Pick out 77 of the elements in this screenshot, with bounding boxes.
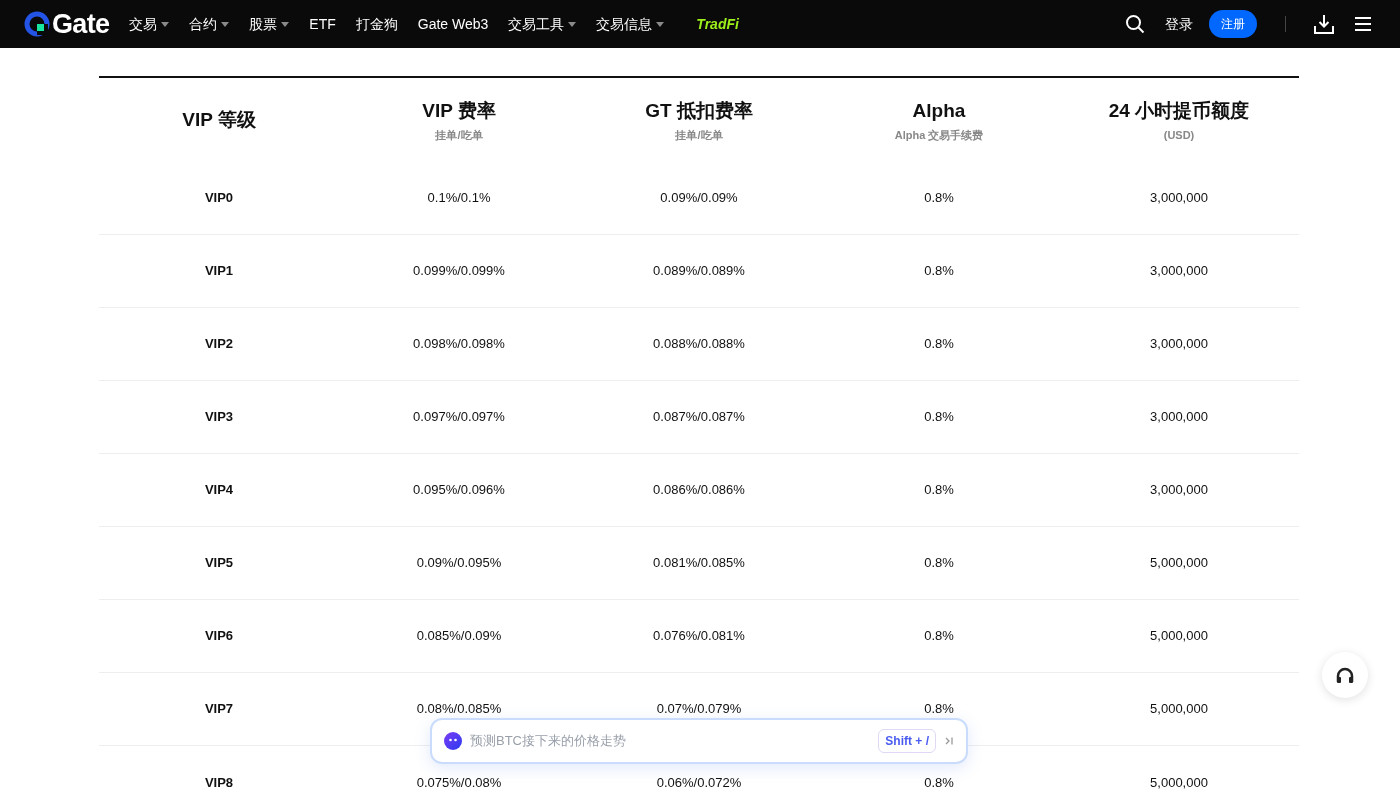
table-cell-text: 0.8%: [924, 700, 954, 719]
nav-menu-item[interactable]: Gate Web3: [417, 14, 489, 34]
login-link[interactable]: 登录: [1165, 14, 1193, 34]
nav-menu-item[interactable]: ETF: [309, 14, 336, 34]
column-header: VIP 等级: [182, 107, 256, 132]
table-cell-text: 3,000,000: [1150, 408, 1208, 427]
logo-wordmark[interactable]: Gate: [52, 10, 110, 38]
column-header: Alpha: [912, 98, 966, 123]
table-cell-text: VIP8: [204, 773, 234, 792]
column-subtitle: 挂单/吃单: [435, 128, 483, 143]
table-cell-text: 0.087%/0.087%: [653, 408, 745, 427]
menu-icon[interactable]: [1354, 16, 1372, 32]
table-cell-text: 0.095%/0.096%: [413, 481, 505, 500]
table-cell-text: 0.075%/0.08%: [416, 773, 502, 792]
table-cell-text: 5,000,000: [1150, 773, 1208, 792]
column-header: GT 抵扣费率: [645, 98, 753, 123]
table-cell-text: 0.097%/0.097%: [413, 408, 505, 427]
table-cell-text: 0.089%/0.089%: [653, 262, 745, 281]
table-cell-text: 3,000,000: [1150, 189, 1208, 208]
nav-menu-item[interactable]: 合约: [189, 14, 230, 34]
column-header: 24 小时提币额度: [1108, 98, 1250, 123]
table-cell-text: 0.076%/0.081%: [653, 627, 745, 646]
bot-avatar-icon: [444, 732, 462, 750]
tradfi-link[interactable]: TradFi: [696, 14, 739, 34]
table-cell-text: 3,000,000: [1150, 481, 1208, 500]
download-icon[interactable]: [1314, 14, 1334, 34]
table-cell-text: 0.088%/0.088%: [653, 335, 745, 354]
table-cell-text: VIP3: [204, 408, 234, 427]
table-cell-text: VIP5: [204, 554, 234, 573]
register-button[interactable]: 注册: [1209, 10, 1257, 38]
nav-menu-item[interactable]: 打金狗: [355, 14, 398, 34]
support-button[interactable]: [1322, 652, 1368, 698]
table-cell-text: 0.08%/0.085%: [416, 700, 502, 719]
table-cell-text: 0.09%/0.095%: [416, 554, 502, 573]
table-cell-text: VIP1: [204, 262, 234, 281]
ai-prompt-input[interactable]: 预测BTC接下来的价格走势: [470, 731, 871, 751]
table-cell-text: 0.8%: [924, 481, 954, 500]
collapse-icon[interactable]: [944, 736, 954, 746]
column-subtitle: Alpha 交易手续费: [894, 128, 984, 143]
table-cell-text: 0.8%: [924, 335, 954, 354]
nav-menu-item[interactable]: 股票: [249, 14, 290, 34]
table-cell-text: 0.099%/0.099%: [413, 262, 505, 281]
table-cell-text: 0.09%/0.09%: [660, 189, 738, 208]
table-cell-text: 3,000,000: [1150, 335, 1208, 354]
nav-menu-item[interactable]: 交易工具: [508, 14, 577, 34]
table-cell-text: VIP2: [204, 335, 234, 354]
table-cell-text: VIP4: [204, 481, 234, 500]
table-cell-text: 0.8%: [924, 262, 954, 281]
table-cell-text: 0.098%/0.098%: [413, 335, 505, 354]
logo-icon[interactable]: [24, 11, 50, 37]
headset-icon: [1336, 667, 1354, 683]
column-header: VIP 费率: [422, 98, 496, 123]
table-cell-text: 0.07%/0.079%: [656, 700, 742, 719]
nav-menu-item[interactable]: 交易: [129, 14, 170, 34]
table-cell-text: 0.8%: [924, 773, 954, 792]
table-cell-text: 0.8%: [924, 189, 954, 208]
ai-assistant-bar[interactable]: 预测BTC接下来的价格走势 Shift + /: [430, 718, 968, 764]
column-subtitle: (USD): [1163, 128, 1195, 143]
table-cell-text: 0.06%/0.072%: [656, 773, 742, 792]
table-cell-text: 3,000,000: [1150, 262, 1208, 281]
table-cell-text: VIP6: [204, 627, 234, 646]
table-cell-text: 0.081%/0.085%: [653, 554, 745, 573]
search-icon[interactable]: [1125, 14, 1145, 34]
table-cell-text: 0.8%: [924, 554, 954, 573]
table-cell-text: 0.8%: [924, 408, 954, 427]
table-cell-text: 5,000,000: [1150, 627, 1208, 646]
table-cell-text: VIP7: [204, 700, 234, 719]
table-cell-text: 0.086%/0.086%: [653, 481, 745, 500]
nav-menu-item[interactable]: 交易信息: [596, 14, 665, 34]
table-cell-text: 5,000,000: [1150, 554, 1208, 573]
table-cell-text: VIP0: [204, 189, 234, 208]
column-subtitle: 挂单/吃单: [675, 128, 723, 143]
table-cell-text: 0.085%/0.09%: [416, 627, 502, 646]
table-cell-text: 0.1%/0.1%: [427, 189, 491, 208]
table-cell-text: 0.8%: [924, 627, 954, 646]
table-cell-text: 5,000,000: [1150, 700, 1208, 719]
shortcut-hint: Shift + /: [878, 729, 936, 753]
